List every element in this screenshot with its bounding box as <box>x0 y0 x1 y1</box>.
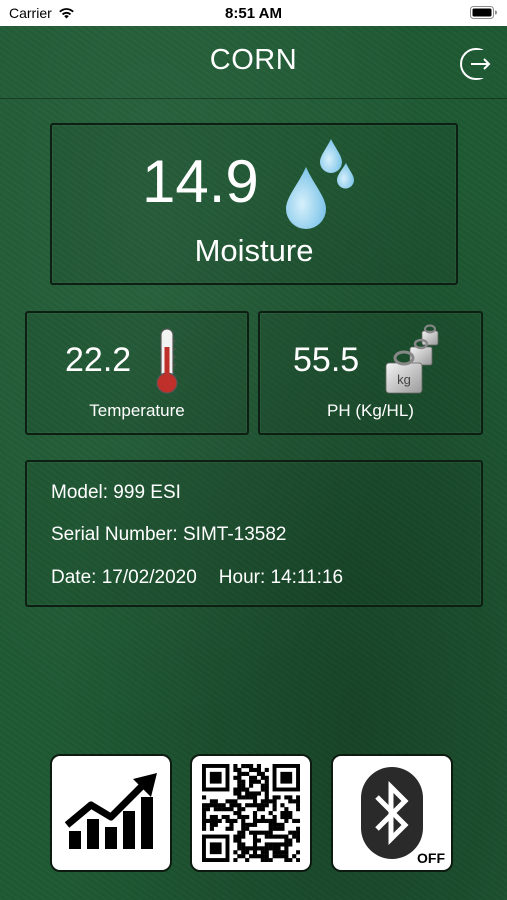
page-title: CORN <box>209 44 298 76</box>
nav-bar: CORN <box>0 26 507 99</box>
qr-code-button[interactable] <box>190 754 312 872</box>
moisture-label: Moisture <box>194 233 314 268</box>
bluetooth-button[interactable]: OFF <box>331 754 453 872</box>
serial-number-text: Serial Number: SIMT-13582 <box>51 524 287 545</box>
logout-icon[interactable] <box>459 47 493 81</box>
device-info-panel: Model: 999 ESI Serial Number: SIMT-13582… <box>25 460 483 607</box>
chart-button[interactable] <box>50 754 172 872</box>
temperature-label: Temperature <box>89 401 185 420</box>
status-bar: Carrier 8:51 AM <box>0 0 507 26</box>
qr-code-icon <box>202 764 300 862</box>
water-drops-icon <box>286 139 354 229</box>
growth-chart-icon <box>64 773 157 849</box>
temperature-panel: 22.2 Temperature <box>25 311 249 435</box>
main-screen: CORN 14.9 Moisture 22.2 Temperature 55.5… <box>0 26 507 900</box>
ph-label: PH (Kg/HL) <box>327 401 414 420</box>
model-text: Model: 999 ESI <box>51 482 181 503</box>
battery-icon <box>470 6 497 19</box>
temperature-value: 22.2 <box>65 341 132 379</box>
ph-value: 55.5 <box>293 341 360 379</box>
weight-unit-label: kg <box>397 372 411 387</box>
status-time: 8:51 AM <box>225 5 282 22</box>
bluetooth-state-label: OFF <box>417 850 445 866</box>
bluetooth-icon <box>361 767 423 859</box>
date-text: Date: 17/02/2020 <box>51 567 197 588</box>
date-hour-row: Date: 17/02/2020 Hour: 14:11:16 <box>51 567 343 589</box>
ph-panel: 55.5 kg PH (Kg/HL) <box>258 311 483 435</box>
hour-text: Hour: 14:11:16 <box>218 567 344 588</box>
weights-icon: kg <box>385 324 439 394</box>
thermometer-icon <box>156 328 178 394</box>
moisture-value: 14.9 <box>142 148 259 215</box>
moisture-panel: 14.9 Moisture <box>50 123 458 285</box>
